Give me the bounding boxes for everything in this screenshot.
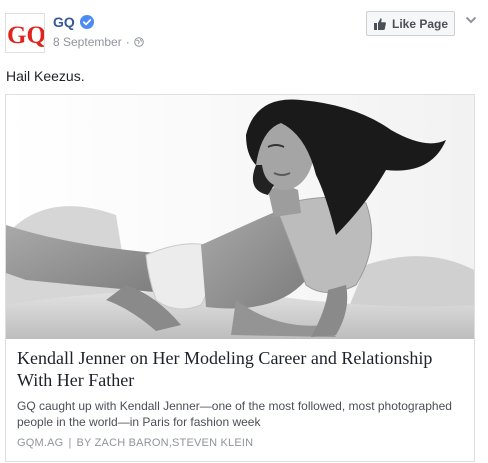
article-source: GQM.AG | BY ZACH BARON,STEVEN KLEIN: [17, 437, 253, 449]
article-domain: GQM.AG: [17, 437, 64, 449]
facebook-post: GQ GQ 8 September · Like Page Hail Keezu…: [0, 0, 488, 463]
gq-logo: GQ: [6, 14, 44, 52]
post-date-link[interactable]: 8 September: [53, 35, 122, 49]
article-image: [6, 95, 474, 339]
chevron-down-icon[interactable]: [465, 15, 477, 25]
article-headline[interactable]: Kendall Jenner on Her Modeling Career an…: [17, 347, 462, 391]
svg-text:GQ: GQ: [7, 22, 44, 49]
page-name-link[interactable]: GQ: [53, 14, 75, 30]
article-photo[interactable]: [6, 95, 474, 339]
article-byline: BY ZACH BARON,STEVEN KLEIN: [76, 437, 254, 449]
article-description: GQ caught up with Kendall Jenner—one of …: [17, 399, 452, 429]
post-message: Hail Keezus.: [6, 68, 85, 84]
like-page-label: Like Page: [391, 16, 449, 31]
verified-badge-icon: [80, 15, 94, 29]
thumbs-up-icon: [373, 17, 386, 30]
like-page-button[interactable]: Like Page: [366, 11, 455, 36]
source-separator: |: [68, 437, 72, 449]
globe-icon[interactable]: [133, 37, 144, 47]
meta-dot: ·: [125, 35, 130, 49]
page-avatar[interactable]: GQ: [5, 13, 45, 53]
link-attachment[interactable]: Kendall Jenner on Her Modeling Career an…: [5, 94, 475, 462]
post-meta: 8 September ·: [53, 35, 144, 49]
